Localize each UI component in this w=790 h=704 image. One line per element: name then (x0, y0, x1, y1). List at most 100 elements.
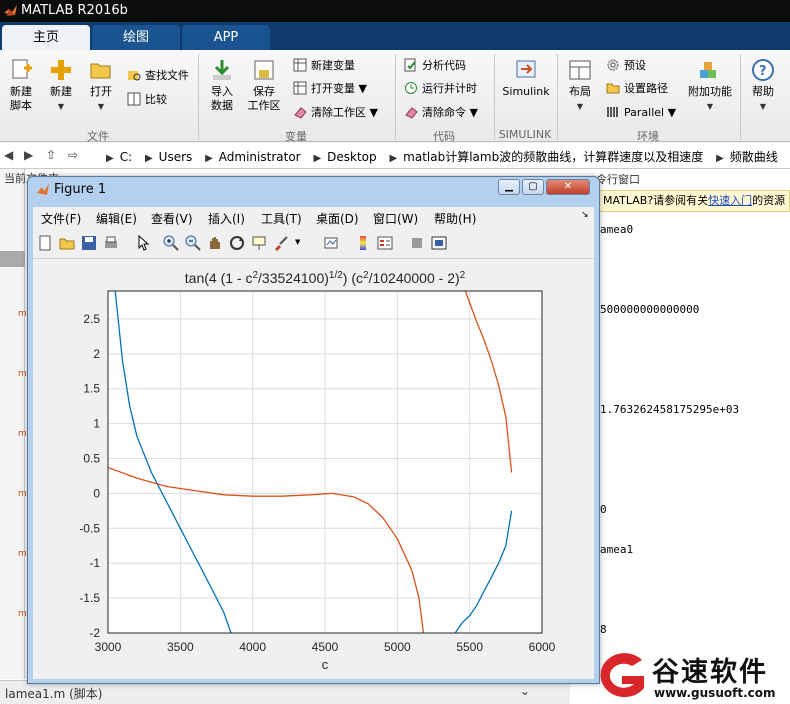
link-plot-icon[interactable] (323, 235, 339, 251)
import-icon (213, 60, 231, 80)
layout-icon (569, 60, 591, 80)
tab-apps[interactable]: APP (182, 25, 270, 50)
section-variable-label: 变量 (285, 130, 307, 143)
address-bar: ◀ ▶ ⇧ ⇨ ▶ C: ▶ Users ▶ Administrator ▶ Deskt… (0, 143, 790, 169)
data-cursor-icon[interactable] (251, 235, 267, 251)
new-variable-icon (293, 58, 307, 72)
breadcrumb-item[interactable]: matlab计算lamb波的频散曲线，计算群速度以及相速度 (403, 150, 703, 164)
chevron-down-icon: ▼ (706, 102, 714, 111)
breadcrumb-item[interactable]: Users (159, 150, 193, 164)
menu-help[interactable]: 帮助(H) (434, 210, 476, 227)
breadcrumb-item[interactable]: 频散曲线 (730, 150, 778, 164)
compare-label: 比较 (145, 93, 167, 106)
browse-folder-icon[interactable]: ⇨ (68, 148, 78, 162)
ribbon: 新建 脚本 新建 ▼ 打开 ▼ 查找文件 比较 文件 导入 数据 保存 工作区 新建… (0, 50, 790, 143)
chevron-down-icon[interactable]: ▼ (295, 238, 300, 246)
simulink-button[interactable]: Simulink (500, 58, 552, 99)
new-figure-icon[interactable] (37, 235, 53, 251)
set-path-label: 设置路径 (624, 82, 668, 95)
help-button[interactable]: ? 帮助 ▼ (746, 58, 780, 114)
import-data-button[interactable]: 导入 数据 (204, 58, 240, 113)
figure-toolbar: ▼ (33, 229, 594, 259)
minimize-button[interactable]: ▁ (498, 179, 520, 195)
find-files-button[interactable]: 查找文件 (127, 66, 189, 86)
getting-started-link[interactable]: 快速入门 (708, 194, 752, 207)
save-workspace-button[interactable]: 保存 工作区 (245, 58, 283, 113)
chevron-down-icon[interactable]: ⌄ (520, 684, 530, 698)
tab-plots[interactable]: 绘图 (92, 25, 180, 50)
save-icon[interactable] (81, 235, 97, 251)
zoom-out-icon[interactable] (185, 235, 201, 251)
maximize-button[interactable]: ▢ (522, 179, 544, 195)
pan-icon[interactable] (207, 235, 223, 251)
parallel-button[interactable]: Parallel ▼ (606, 103, 676, 123)
brush-icon[interactable] (273, 235, 289, 251)
zoom-in-icon[interactable] (163, 235, 179, 251)
print-icon[interactable] (103, 235, 119, 251)
divider (740, 54, 741, 140)
open-label: 打开 (90, 85, 112, 98)
x-tick-label: 5000 (384, 640, 411, 654)
chevron-right-icon: ▶ (389, 153, 398, 164)
up-folder-icon[interactable]: ⇧ (46, 148, 56, 162)
breadcrumb: ▶ C: ▶ Users ▶ Administrator ▶ Desktop ▶ matl… (100, 148, 790, 165)
parallel-label: Parallel (624, 106, 665, 119)
command-window-title: 令行窗口 (596, 173, 640, 186)
preferences-button[interactable]: 预设 (606, 56, 646, 76)
chevron-down-icon: ▼ (759, 102, 767, 111)
hide-plot-tools-icon[interactable] (409, 235, 425, 251)
menu-insert[interactable]: 插入(I) (208, 210, 245, 227)
forward-arrow-icon[interactable]: ▶ (24, 148, 33, 162)
clear-commands-button[interactable]: 清除命令 ▼ (404, 103, 478, 123)
open-variable-button[interactable]: 打开变量 ▼ (293, 79, 367, 99)
open-button[interactable]: 打开 ▼ (84, 58, 118, 114)
file-icon: m (18, 429, 27, 439)
new-script-button[interactable]: 新建 脚本 (4, 58, 38, 113)
pointer-icon[interactable] (135, 235, 151, 251)
compare-button[interactable]: 比较 (127, 90, 167, 110)
rotate-3d-icon[interactable] (229, 235, 245, 251)
figure-canvas[interactable]: 3000 3500 4000 4500 5000 5500 6000 -2 -1.5 -1 -0.… (33, 259, 594, 679)
legend-icon[interactable] (377, 235, 393, 251)
menu-file[interactable]: 文件(F) (41, 210, 81, 227)
section-code-label: 代码 (433, 130, 455, 143)
chevron-down-icon: ▼ (358, 82, 367, 95)
menu-tools[interactable]: 工具(T) (261, 210, 302, 227)
menu-edit[interactable]: 编辑(E) (96, 210, 137, 227)
menu-window[interactable]: 窗口(W) (373, 210, 418, 227)
output-line: 1.763262458175295e+03 (600, 403, 740, 416)
plot-svg[interactable]: 3000 3500 4000 4500 5000 5500 6000 -2 -1.5 -1 -0.… (33, 259, 594, 679)
hint-text: 的资源 (752, 194, 786, 207)
y-tick-label: 1.5 (83, 382, 100, 396)
tab-home[interactable]: 主页 (2, 25, 90, 50)
back-arrow-icon[interactable]: ◀ (4, 148, 13, 162)
new-label: 新建 (50, 85, 72, 98)
breadcrumb-item[interactable]: Administrator (219, 150, 301, 164)
analyze-code-label: 分析代码 (422, 59, 466, 72)
command-window[interactable]: MATLAB?请参阅有关快速入门的资源 amea0 50000000000000… (596, 190, 790, 690)
new-button[interactable]: 新建 ▼ (44, 58, 78, 114)
menu-desktop[interactable]: 桌面(D) (316, 210, 359, 227)
run-and-time-button[interactable]: 运行并计时 (404, 79, 477, 99)
add-ons-button[interactable]: 附加功能 ▼ (686, 58, 734, 114)
new-script-label: 新建 脚本 (10, 85, 32, 112)
breadcrumb-item[interactable]: C: (120, 150, 132, 164)
colorbar-icon[interactable] (355, 235, 371, 251)
menu-view[interactable]: 查看(V) (151, 210, 193, 227)
open-file-icon[interactable] (59, 235, 75, 251)
x-tick-labels: 3000 3500 4000 4500 5000 5500 6000 (95, 640, 556, 654)
divider (198, 54, 199, 140)
clear-workspace-button[interactable]: 清除工作区 ▼ (293, 103, 378, 123)
new-variable-button[interactable]: 新建变量 (293, 56, 355, 76)
breadcrumb-item[interactable]: Desktop (327, 150, 377, 164)
analyze-code-button[interactable]: 分析代码 (404, 56, 466, 76)
set-path-button[interactable]: 设置路径 (606, 79, 668, 99)
show-plot-tools-icon[interactable] (431, 235, 447, 251)
menu-overflow-icon[interactable]: ↘ (581, 210, 589, 220)
watermark-url: www.gusuoft.com (654, 686, 776, 700)
file-icon: m (18, 549, 27, 559)
output-line: 500000000000000 (600, 303, 700, 316)
layout-button[interactable]: 布局 ▼ (562, 58, 598, 114)
chevron-down-icon: ▼ (57, 102, 65, 111)
close-button[interactable]: ✕ (546, 179, 590, 195)
